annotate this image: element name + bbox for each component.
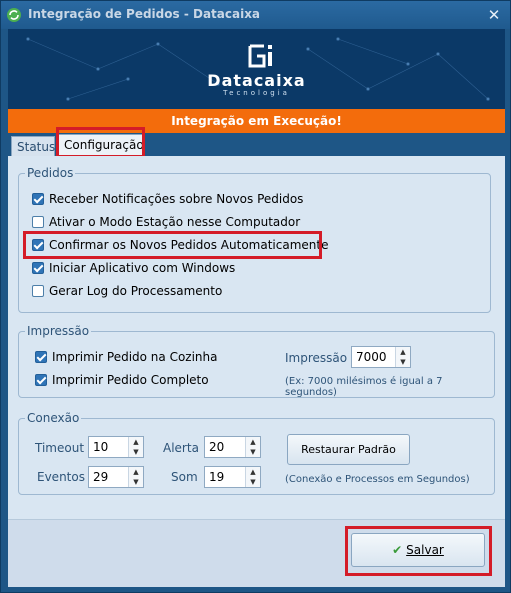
stepper-value: 10 bbox=[93, 440, 109, 454]
group-title-conexao: Conexão bbox=[25, 410, 82, 426]
brand-banner: Datacaixa Tecnologia bbox=[8, 29, 505, 109]
option-imprimir-completo[interactable]: Imprimir Pedido Completo bbox=[35, 371, 209, 389]
application-window: Integração de Pedidos - Datacaixa ✕ Data… bbox=[0, 0, 511, 593]
option-receber-notificacoes[interactable]: Receber Notificações sobre Novos Pedidos bbox=[32, 190, 303, 208]
group-title-pedidos: Pedidos bbox=[25, 165, 76, 181]
arrow-down-icon[interactable]: ▼ bbox=[396, 357, 410, 367]
option-imprimir-cozinha[interactable]: Imprimir Pedido na Cozinha bbox=[35, 348, 218, 366]
eventos-stepper[interactable]: 29 ▲ ▼ bbox=[88, 466, 144, 488]
checkbox[interactable] bbox=[35, 374, 47, 386]
checkbox[interactable] bbox=[32, 216, 44, 228]
option-label: Ativar o Modo Estação nesse Computador bbox=[49, 215, 301, 229]
arrow-up-icon[interactable]: ▲ bbox=[396, 347, 410, 357]
checkbox[interactable] bbox=[32, 193, 44, 205]
arrow-up-icon[interactable]: ▲ bbox=[129, 467, 143, 477]
group-impressao: Impressão Imprimir Pedido na Cozinha Imp… bbox=[18, 323, 495, 398]
brand-name: Datacaixa bbox=[207, 71, 306, 90]
stepper-value: 29 bbox=[93, 470, 109, 484]
timeout-label: Timeout bbox=[35, 441, 85, 455]
tab-status[interactable]: Status bbox=[11, 136, 55, 156]
highlight-outline-tab bbox=[56, 127, 145, 158]
arrow-down-icon[interactable]: ▼ bbox=[246, 447, 260, 457]
restaurar-padrao-button[interactable]: Restaurar Padrão bbox=[287, 434, 410, 465]
arrow-down-icon[interactable]: ▼ bbox=[129, 477, 143, 487]
checkbox[interactable] bbox=[32, 285, 44, 297]
impressao-stepper[interactable]: 7000 ▲ ▼ bbox=[351, 346, 411, 368]
highlight-outline-salvar bbox=[345, 526, 492, 576]
stepper-value: 20 bbox=[209, 440, 225, 454]
stepper-value: 19 bbox=[209, 470, 225, 484]
option-iniciar-windows[interactable]: Iniciar Aplicativo com Windows bbox=[32, 259, 235, 277]
conexao-hint: (Conexão e Processos em Segundos) bbox=[285, 474, 470, 485]
arrow-down-icon[interactable]: ▼ bbox=[246, 477, 260, 487]
som-label: Som bbox=[171, 470, 198, 484]
arrow-up-icon[interactable]: ▲ bbox=[246, 467, 260, 477]
impressao-field-label: Impressão bbox=[285, 351, 348, 365]
configuration-panel: Pedidos Receber Notificações sobre Novos… bbox=[8, 156, 505, 587]
arrow-up-icon[interactable]: ▲ bbox=[246, 437, 260, 447]
som-stepper[interactable]: 19 ▲ ▼ bbox=[204, 466, 261, 488]
option-label: Receber Notificações sobre Novos Pedidos bbox=[49, 192, 304, 206]
option-label: Imprimir Pedido na Cozinha bbox=[52, 350, 218, 364]
option-modo-estacao[interactable]: Ativar o Modo Estação nesse Computador bbox=[32, 213, 300, 231]
highlight-outline-confirmar bbox=[23, 231, 322, 259]
option-label: Iniciar Aplicativo com Windows bbox=[49, 261, 236, 275]
brand-subtitle: Tecnologia bbox=[223, 89, 290, 97]
alerta-stepper[interactable]: 20 ▲ ▼ bbox=[204, 436, 261, 458]
arrow-up-icon[interactable]: ▲ bbox=[129, 437, 143, 447]
sync-icon bbox=[7, 8, 21, 22]
checkbox[interactable] bbox=[35, 351, 47, 363]
arrow-down-icon[interactable]: ▼ bbox=[129, 447, 143, 457]
group-title-impressao: Impressão bbox=[25, 323, 92, 339]
group-conexao: Conexão Timeout 10 ▲ ▼ Alerta 20 ▲ ▼ Event… bbox=[18, 410, 495, 495]
option-label: Imprimir Pedido Completo bbox=[52, 373, 209, 387]
timeout-stepper[interactable]: 10 ▲ ▼ bbox=[88, 436, 144, 458]
option-gerar-log[interactable]: Gerar Log do Processamento bbox=[32, 282, 222, 300]
title-bar[interactable]: Integração de Pedidos - Datacaixa ✕ bbox=[1, 1, 510, 29]
datacaixa-logo-icon bbox=[248, 44, 272, 68]
option-label: Gerar Log do Processamento bbox=[49, 284, 223, 298]
eventos-label: Eventos bbox=[37, 470, 85, 484]
checkbox[interactable] bbox=[32, 262, 44, 274]
window-title: Integração de Pedidos - Datacaixa bbox=[28, 7, 261, 21]
alerta-label: Alerta bbox=[163, 441, 199, 455]
stepper-value: 7000 bbox=[356, 350, 387, 364]
impressao-hint: (Ex: 7000 milésimos é igual a 7 segundos… bbox=[285, 376, 443, 398]
close-button[interactable]: ✕ bbox=[484, 5, 504, 25]
